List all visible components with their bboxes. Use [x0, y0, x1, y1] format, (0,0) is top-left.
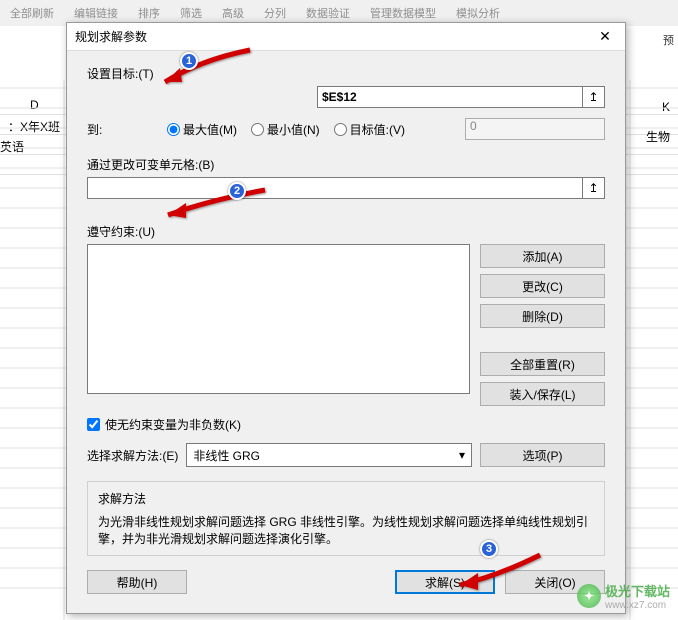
watermark-logo-icon: ✦ — [577, 584, 601, 608]
ribbon-item[interactable]: 编辑链接 — [74, 5, 118, 21]
cell-text: 英语 — [0, 138, 24, 155]
solve-button[interactable]: 求解(S) — [395, 570, 495, 594]
help-button[interactable]: 帮助(H) — [87, 570, 187, 594]
ribbon-item[interactable]: 分列 — [264, 5, 286, 21]
constraints-listbox[interactable] — [87, 244, 470, 394]
add-button[interactable]: 添加(A) — [480, 244, 605, 268]
cell-text: 生物 — [646, 128, 670, 145]
ribbon-item[interactable]: 数据验证 — [306, 5, 350, 21]
nonneg-checkbox[interactable]: 使无约束变量为非负数(K) — [87, 416, 605, 433]
radio-min[interactable]: 最小值(N) — [251, 121, 320, 138]
watermark-url: www.xz7.com — [605, 600, 670, 611]
change-cells-label: 通过更改可变单元格:(B) — [87, 156, 605, 173]
ribbon-item[interactable]: 高级 — [222, 5, 244, 21]
set-target-label: 设置目标:(T) — [87, 65, 167, 82]
watermark-brand: 极光下载站 — [605, 581, 670, 600]
dialog-title: 规划求解参数 — [75, 28, 593, 45]
ribbon-item[interactable]: 管理数据模型 — [370, 5, 436, 21]
change-button[interactable]: 更改(C) — [480, 274, 605, 298]
desc-body: 为光滑非线性规划求解问题选择 GRG 非线性引擎。为线性规划求解问题选择单纯线性… — [98, 513, 594, 547]
method-description: 求解方法 为光滑非线性规划求解问题选择 GRG 非线性引擎。为线性规划求解问题选… — [87, 481, 605, 556]
ribbon-item[interactable]: 排序 — [138, 5, 160, 21]
close-icon[interactable]: ✕ — [593, 27, 617, 47]
method-dropdown[interactable]: 非线性 GRG ▾ — [186, 443, 472, 467]
to-label: 到: — [87, 121, 167, 138]
ribbon-item[interactable]: 模拟分析 — [456, 5, 500, 21]
range-picker-icon[interactable]: ↥ — [583, 86, 605, 108]
target-value-input[interactable]: 0 — [465, 118, 605, 140]
loadsave-button[interactable]: 装入/保存(L) — [480, 382, 605, 406]
cell-text: ：X年X班 — [0, 118, 60, 135]
solver-dialog: 规划求解参数 ✕ 设置目标:(T) $E$12 ↥ 到: 最大值(M) 最小值(… — [66, 22, 626, 614]
dialog-titlebar: 规划求解参数 ✕ — [67, 23, 625, 51]
range-picker-icon[interactable]: ↥ — [583, 177, 605, 199]
radio-target[interactable]: 目标值:(V) — [334, 121, 405, 138]
reset-button[interactable]: 全部重置(R) — [480, 352, 605, 376]
col-header-d: D — [30, 98, 39, 112]
col-header-k: K — [662, 100, 670, 114]
change-cells-input[interactable] — [87, 177, 583, 199]
ribbon-item[interactable]: 全部刷新 — [10, 5, 54, 21]
radio-max[interactable]: 最大值(M) — [167, 121, 237, 138]
watermark: ✦ 极光下载站 www.xz7.com — [577, 581, 670, 611]
options-button[interactable]: 选项(P) — [480, 443, 605, 467]
method-label: 选择求解方法:(E) — [87, 447, 178, 464]
desc-title: 求解方法 — [98, 490, 594, 507]
set-target-input[interactable]: $E$12 — [317, 86, 583, 108]
ribbon-item[interactable]: 筛选 — [180, 5, 202, 21]
checkbox-icon[interactable] — [87, 418, 100, 431]
chevron-down-icon: ▾ — [459, 448, 465, 462]
constraints-label: 遵守约束:(U) — [87, 223, 605, 240]
delete-button[interactable]: 删除(D) — [480, 304, 605, 328]
